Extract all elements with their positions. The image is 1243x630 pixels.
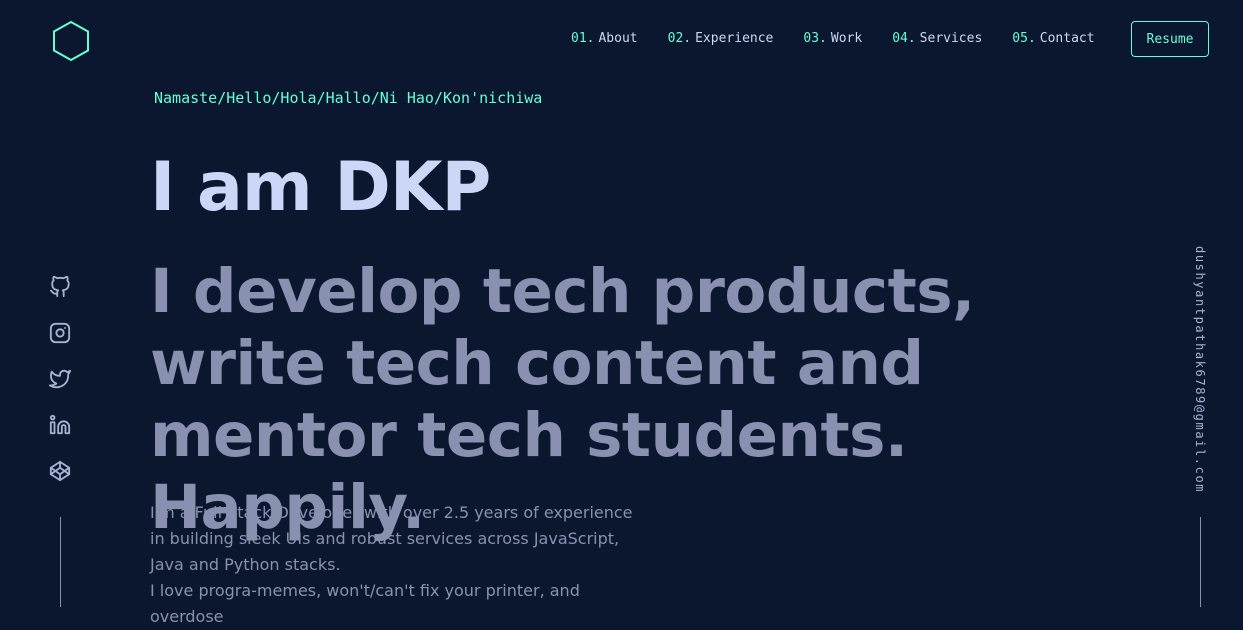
instagram-icon[interactable] — [49, 322, 71, 344]
nav-item-work[interactable]: 03. Work — [803, 31, 862, 46]
nav-item-label: Work — [830, 31, 863, 46]
hero-greeting: Namaste/Hello/Hola/Hallo/Ni Hao/Kon'nich… — [154, 89, 543, 107]
nav-item-number: 02. — [667, 31, 692, 46]
left-rail-line — [60, 517, 61, 607]
nav-item-services[interactable]: 04. Services — [892, 31, 982, 46]
linkedin-icon[interactable] — [49, 414, 71, 436]
social-links — [49, 275, 71, 506]
nav-item-number: 03. — [803, 31, 827, 46]
nav-item-label: Contact — [1039, 31, 1095, 46]
nav-item-number: 01. — [571, 31, 595, 46]
hero-description-line: I love progra-memes, won't/can't fix you… — [150, 581, 580, 626]
nav-item-label: Experience — [695, 31, 774, 46]
main-nav: 01. About 02. Experience 03. Work 04. Se… — [571, 31, 1125, 46]
email-link[interactable]: dushyantpathak6789@gmail.com — [1193, 246, 1207, 493]
hexagon-logo-icon[interactable] — [52, 20, 90, 62]
nav-item-experience[interactable]: 02. Experience — [668, 31, 774, 46]
github-icon[interactable] — [49, 275, 71, 298]
twitter-icon[interactable] — [49, 368, 71, 390]
right-rail-line — [1200, 517, 1201, 607]
nav-item-label: About — [598, 31, 638, 46]
hero-name: I am DKP — [150, 148, 491, 227]
resume-button[interactable]: Resume — [1131, 21, 1209, 57]
codepen-icon[interactable] — [49, 460, 71, 482]
hero-description: I'm a Full Stack Developer with over 2.5… — [150, 500, 650, 630]
nav-item-contact[interactable]: 05. Contact — [1012, 31, 1094, 46]
nav-item-label: Services — [919, 31, 983, 46]
hero-description-line: I'm a Full Stack Developer with over 2.5… — [150, 503, 633, 574]
nav-item-number: 05. — [1012, 31, 1036, 46]
nav-item-number: 04. — [892, 31, 916, 46]
nav-item-about[interactable]: 01. About — [571, 31, 638, 46]
